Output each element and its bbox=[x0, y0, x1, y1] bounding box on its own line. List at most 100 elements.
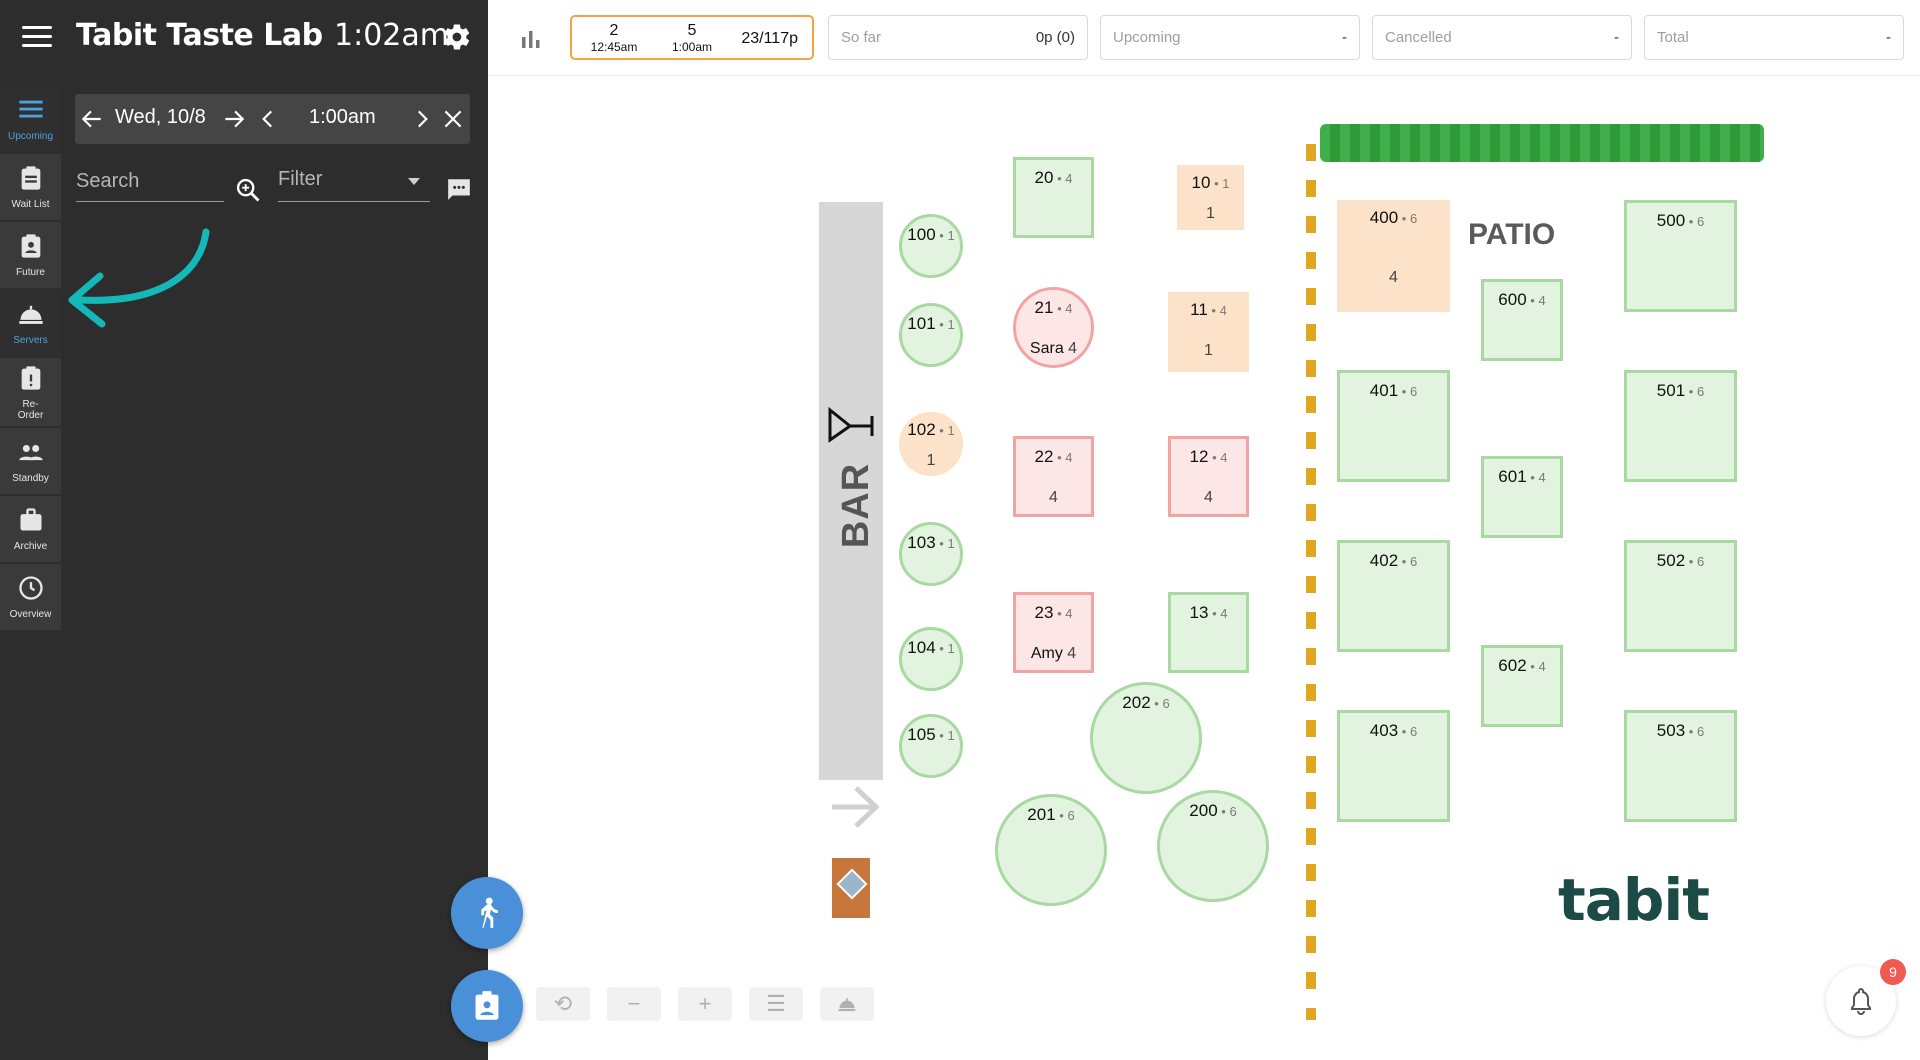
table-number: 10 • 1 bbox=[1177, 173, 1244, 193]
nav-reorder[interactable]: Re- Order bbox=[0, 358, 61, 428]
filter-dropdown[interactable]: Filter bbox=[278, 168, 430, 202]
pacing-box[interactable]: 2 12:45am 5 1:00am 23/117p bbox=[570, 15, 814, 60]
search-input[interactable] bbox=[76, 170, 224, 193]
nav-overview[interactable]: Overview bbox=[0, 564, 61, 632]
table-103[interactable]: 103 • 1 bbox=[899, 522, 963, 586]
nav-rail: Upcoming Wait List Future Servers Re- Or… bbox=[0, 86, 61, 632]
table-number: 105 • 1 bbox=[902, 725, 960, 745]
table-size-separator: • bbox=[1526, 470, 1539, 485]
table-size-separator: • bbox=[935, 641, 948, 656]
table-size: 4 bbox=[1538, 470, 1546, 485]
stat-label: Cancelled bbox=[1385, 29, 1452, 46]
hamburger-menu-icon[interactable] bbox=[22, 26, 52, 50]
gear-icon[interactable] bbox=[442, 22, 472, 52]
search-icon[interactable] bbox=[234, 176, 262, 204]
list-view-button[interactable]: ☰ bbox=[749, 987, 803, 1021]
table-503[interactable]: 503 • 6 bbox=[1624, 710, 1737, 822]
stat-cancelled[interactable]: Cancelled - bbox=[1372, 15, 1632, 60]
chevron-down-icon bbox=[408, 178, 420, 185]
table-502[interactable]: 502 • 6 bbox=[1624, 540, 1737, 652]
arrow-right-icon[interactable] bbox=[221, 106, 247, 132]
table-401[interactable]: 401 • 6 bbox=[1337, 370, 1450, 482]
table-13[interactable]: 13 • 4 bbox=[1168, 592, 1249, 673]
clock-icon bbox=[18, 576, 43, 600]
nav-upcoming[interactable]: Upcoming bbox=[0, 86, 61, 154]
chevron-left-icon[interactable] bbox=[255, 106, 281, 132]
clipboard-icon bbox=[21, 166, 40, 190]
nav-wait-list[interactable]: Wait List bbox=[0, 154, 61, 222]
table-number-text: 13 bbox=[1189, 603, 1209, 622]
table-size: 4 bbox=[1538, 659, 1546, 674]
table-200[interactable]: 200 • 6 bbox=[1157, 790, 1269, 902]
close-icon[interactable] bbox=[440, 106, 466, 132]
server-view-button[interactable] bbox=[820, 987, 874, 1021]
table-400[interactable]: 400 • 6 4 bbox=[1337, 200, 1450, 312]
table-105[interactable]: 105 • 1 bbox=[899, 714, 963, 778]
table-22[interactable]: 22 • 44 bbox=[1013, 436, 1094, 517]
nav-standby[interactable]: Standby bbox=[0, 428, 61, 496]
table-21[interactable]: 21 • 4 Sara 4 bbox=[1013, 287, 1094, 368]
table-100[interactable]: 100 • 1 bbox=[899, 214, 963, 278]
search-field[interactable] bbox=[76, 170, 224, 202]
selected-time[interactable]: 1:00am bbox=[309, 106, 376, 129]
table-size-separator: • bbox=[1398, 724, 1410, 739]
table-601[interactable]: 601 • 4 bbox=[1481, 456, 1563, 538]
table-402[interactable]: 402 • 6 bbox=[1337, 540, 1450, 652]
bar-chart-icon[interactable] bbox=[520, 28, 542, 50]
briefcase-icon bbox=[20, 508, 41, 531]
table-size-separator: • bbox=[1526, 659, 1539, 674]
table-number: 20 • 4 bbox=[1016, 168, 1091, 188]
stat-so-far[interactable]: So far 0p (0) bbox=[828, 15, 1088, 60]
chevron-right-icon[interactable] bbox=[409, 106, 435, 132]
table-size: 6 bbox=[1067, 808, 1075, 823]
covers-count: 4 bbox=[1068, 340, 1078, 357]
stat-total[interactable]: Total - bbox=[1644, 15, 1904, 60]
table-number-text: 12 bbox=[1189, 447, 1209, 466]
table-number: 501 • 6 bbox=[1627, 381, 1734, 401]
people-icon bbox=[18, 445, 43, 461]
arrow-left-icon[interactable] bbox=[79, 106, 105, 132]
table-number: 601 • 4 bbox=[1484, 467, 1560, 487]
selected-date[interactable]: Wed, 10/8 bbox=[115, 106, 206, 129]
entrance-door-icon bbox=[832, 858, 870, 918]
table-201[interactable]: 201 • 6 bbox=[995, 794, 1107, 906]
table-12[interactable]: 12 • 44 bbox=[1168, 436, 1249, 517]
stat-upcoming[interactable]: Upcoming - bbox=[1100, 15, 1360, 60]
table-202[interactable]: 202 • 6 bbox=[1090, 682, 1202, 794]
zoom-out-button[interactable]: − bbox=[607, 987, 661, 1021]
message-icon[interactable] bbox=[446, 176, 472, 202]
table-501[interactable]: 501 • 6 bbox=[1624, 370, 1737, 482]
table-number: 201 • 6 bbox=[998, 805, 1104, 825]
table-602[interactable]: 602 • 4 bbox=[1481, 645, 1563, 727]
table-600[interactable]: 600 • 4 bbox=[1481, 279, 1563, 361]
table-size: 4 bbox=[1219, 303, 1227, 318]
table-number: 500 • 6 bbox=[1627, 211, 1734, 231]
cocktail-glass-icon bbox=[828, 406, 874, 443]
left-panel: Tabit Taste Lab 1:02am Upcoming Wait Lis… bbox=[0, 0, 523, 1060]
zoom-in-button[interactable]: + bbox=[678, 987, 732, 1021]
table-size: 4 bbox=[1065, 301, 1073, 316]
table-number-text: 23 bbox=[1034, 603, 1054, 622]
table-11[interactable]: 11 • 4 1 bbox=[1168, 292, 1249, 372]
history-button[interactable]: ⟲ bbox=[536, 987, 590, 1021]
table-20[interactable]: 20 • 4 bbox=[1013, 157, 1094, 238]
table-102[interactable]: 102 • 11 bbox=[899, 412, 963, 476]
table-size-separator: • bbox=[1055, 808, 1068, 823]
table-500[interactable]: 500 • 6 bbox=[1624, 200, 1737, 312]
table-10[interactable]: 10 • 11 bbox=[1177, 165, 1244, 230]
table-23[interactable]: 23 • 4 Amy 4 bbox=[1013, 592, 1094, 673]
table-size: 6 bbox=[1229, 804, 1237, 819]
table-104[interactable]: 104 • 1 bbox=[899, 627, 963, 691]
table-101[interactable]: 101 • 1 bbox=[899, 303, 963, 367]
table-number-text: 602 bbox=[1498, 656, 1527, 675]
table-403[interactable]: 403 • 6 bbox=[1337, 710, 1450, 822]
nav-archive[interactable]: Archive bbox=[0, 496, 61, 564]
pacing-slot: 2 12:45am bbox=[584, 22, 644, 54]
table-size: 1 bbox=[947, 423, 955, 438]
nav-future[interactable]: Future bbox=[0, 222, 61, 290]
app-title: Tabit Taste Lab bbox=[76, 18, 323, 53]
table-number: 100 • 1 bbox=[902, 225, 960, 245]
nav-servers[interactable]: Servers bbox=[0, 290, 61, 358]
filter-placeholder: Filter bbox=[278, 168, 323, 190]
stat-label: Upcoming bbox=[1113, 29, 1181, 46]
